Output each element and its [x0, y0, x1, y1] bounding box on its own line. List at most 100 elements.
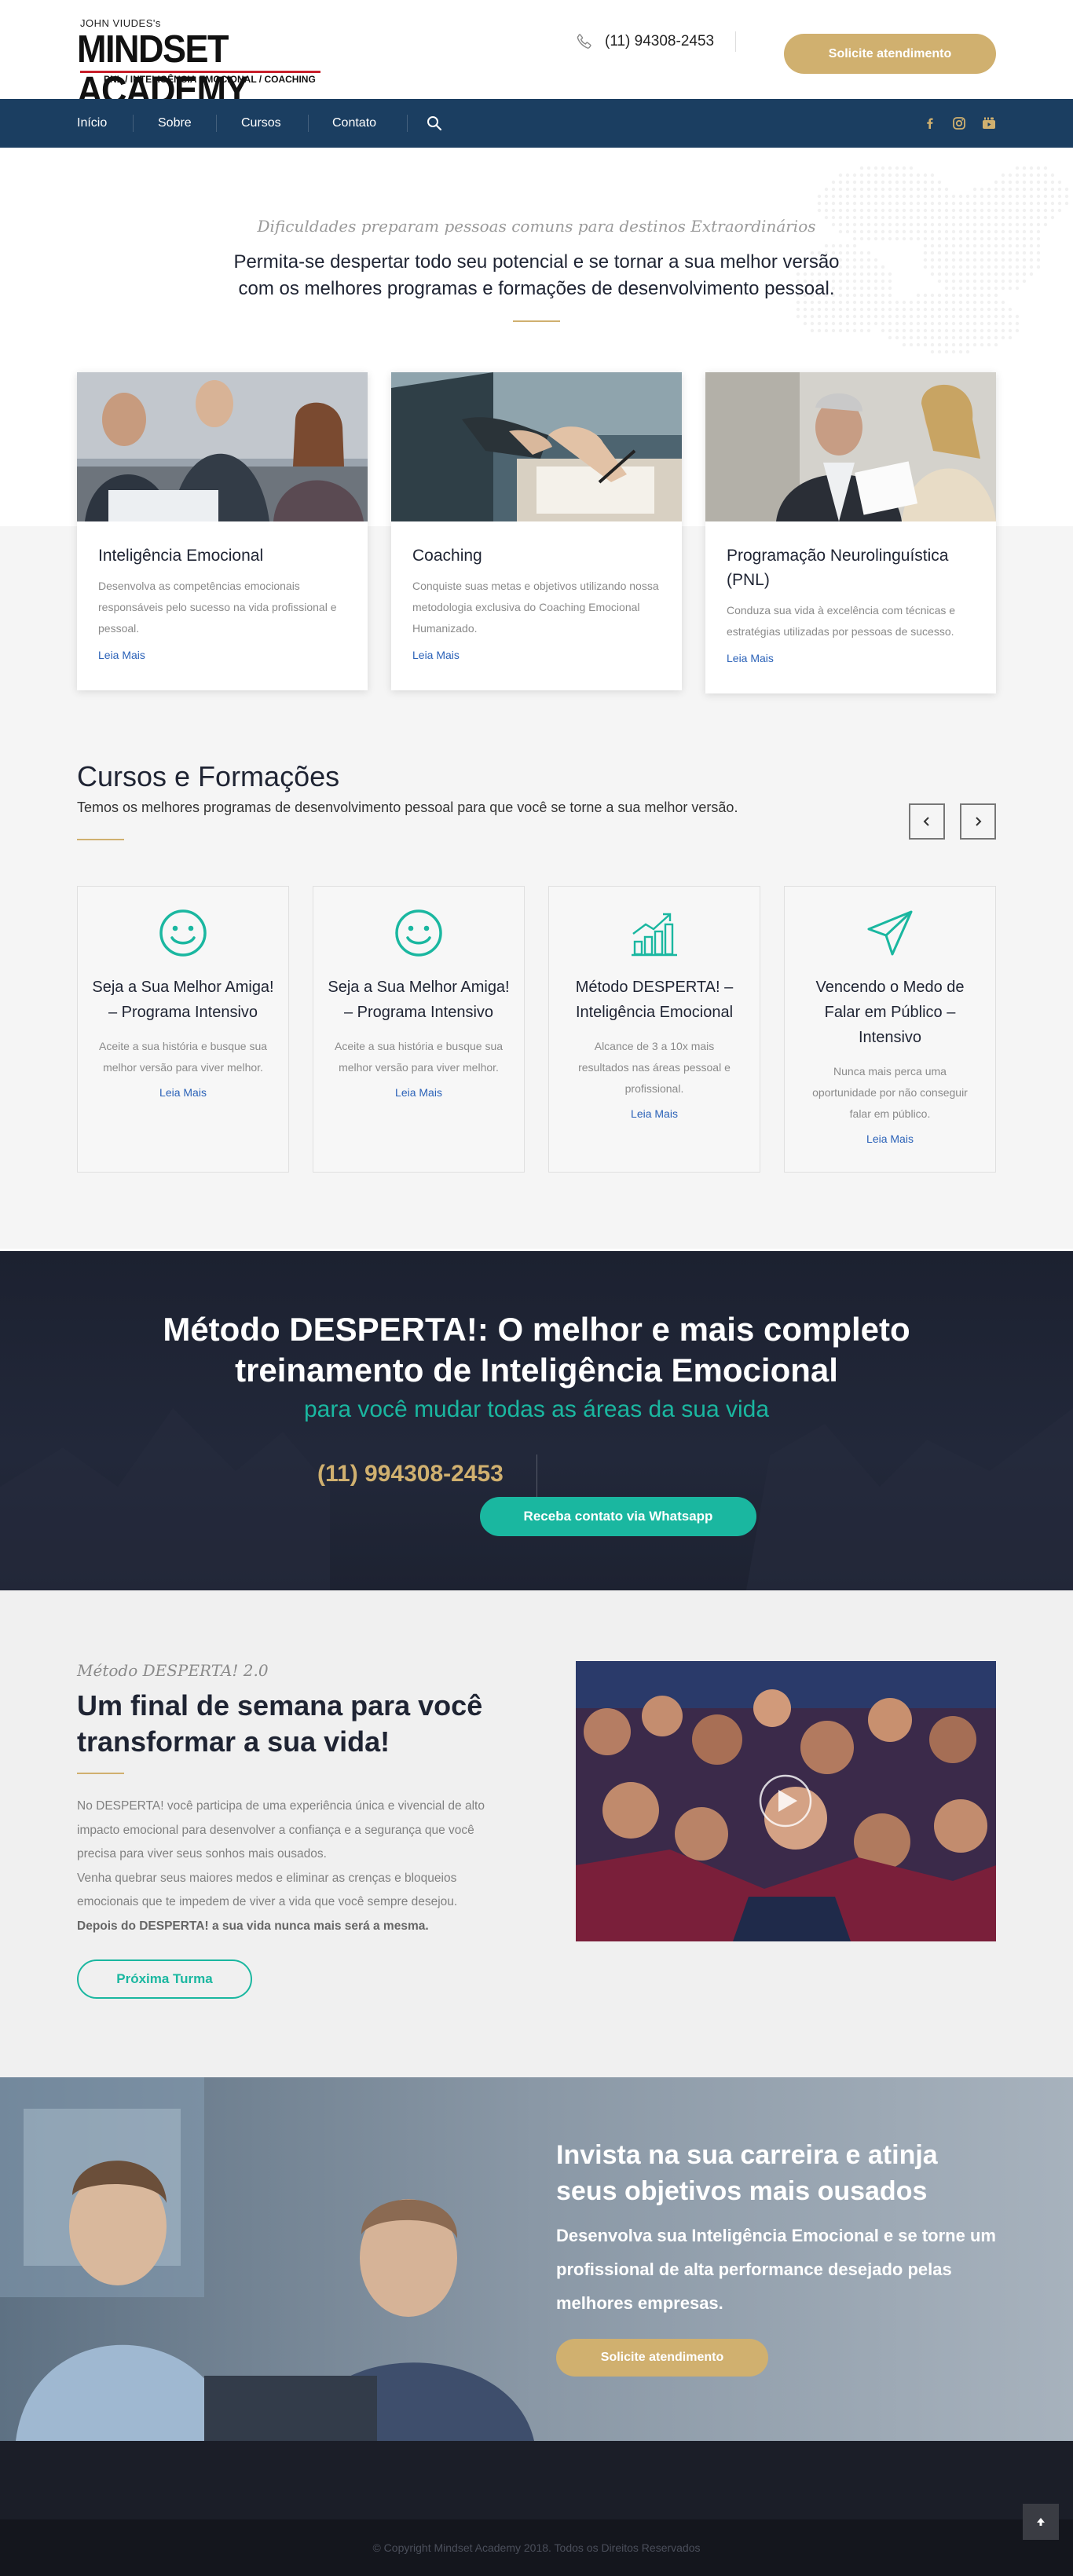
metodo-kicker: Método DESPERTA! 2.0 — [77, 1661, 269, 1680]
logo-underline — [80, 71, 320, 73]
event-video-thumbnail[interactable] — [576, 1661, 996, 1941]
metodo-title-line2: transformar a sua vida! — [77, 1725, 390, 1758]
feature-title: Inteligência Emocional — [98, 547, 264, 565]
course-read-more-link[interactable]: Leia Mais — [313, 1086, 524, 1099]
feature-title: Programação Neurolinguística (PNL) — [727, 547, 949, 589]
course-card[interactable]: Seja a Sua Melhor Amiga! – Programa Inte… — [77, 886, 289, 1173]
smile-icon — [395, 909, 442, 957]
courses-divider — [77, 839, 124, 840]
paper-plane-icon — [867, 910, 913, 956]
back-to-top-button[interactable] — [1023, 2504, 1059, 2540]
arrow-up-icon — [1037, 2518, 1045, 2526]
carousel-prev-button[interactable] — [909, 803, 945, 840]
invista-body: Desenvolva sua Inteligência Emocional e … — [556, 2226, 996, 2313]
course-title: Vencendo o Medo de Falar em Público – In… — [815, 979, 965, 1046]
course-title: Seja a Sua Melhor Amiga! – Programa Inte… — [328, 979, 510, 1021]
course-read-more-link[interactable]: Leia Mais — [549, 1107, 760, 1120]
youtube-icon[interactable] — [981, 115, 997, 131]
courses-title: Cursos e Formações — [77, 760, 340, 792]
hero-heading-line1: Permita-se despertar todo seu potencial … — [233, 251, 840, 273]
invista-title: Invista na sua carreira e atinja seus ob… — [556, 2137, 996, 2209]
growth-chart-icon — [632, 913, 677, 957]
feature-card-coaching: Coaching Conquiste suas metas e objetivo… — [391, 372, 682, 690]
banner-divider — [536, 1454, 537, 1500]
copyright-text: © Copyright Mindset Academy 2018. Todos … — [372, 2541, 701, 2554]
nav-divider — [133, 115, 134, 132]
nav-divider — [308, 115, 309, 132]
metodo-highlight: Depois do DESPERTA! a sua vida nunca mai… — [77, 1919, 429, 1933]
carousel-next-button[interactable] — [960, 803, 996, 840]
chevron-left-icon — [923, 817, 929, 826]
facebook-icon[interactable] — [922, 115, 938, 131]
metodo-paragraph: No DESPERTA! você participa de uma exper… — [77, 1799, 485, 1861]
request-service-button[interactable]: Solicite atendimento — [784, 34, 996, 74]
nav-item-cursos[interactable]: Cursos — [241, 99, 281, 148]
feature-read-more-link[interactable]: Leia Mais — [727, 652, 975, 664]
footer-top — [0, 2441, 1073, 2519]
search-icon[interactable] — [426, 115, 443, 132]
feature-read-more-link[interactable]: Leia Mais — [412, 649, 661, 661]
course-read-more-link[interactable]: Leia Mais — [78, 1086, 288, 1099]
invista-request-service-button[interactable]: Solicite atendimento — [556, 2339, 768, 2377]
course-title: Método DESPERTA! – Inteligência Emociona… — [575, 979, 734, 1021]
metodo-divider — [77, 1773, 124, 1774]
whatsapp-contact-button[interactable]: Receba contato via Whatsapp — [480, 1497, 756, 1536]
instagram-icon[interactable] — [951, 115, 967, 131]
feature-read-more-link[interactable]: Leia Mais — [98, 649, 346, 661]
banner-title-line2: treinamento de Inteligência Emocional — [235, 1352, 838, 1389]
metodo-paragraph: Venha quebrar seus maiores medos e elimi… — [77, 1871, 458, 1909]
banner-title-line1: Método DESPERTA!: O melhor e mais comple… — [163, 1311, 910, 1348]
feature-text: Desenvolva as competências emocionais re… — [98, 580, 337, 635]
desperta-banner: Método DESPERTA!: O melhor e mais comple… — [0, 1251, 1073, 1590]
main-nav: Início Sobre Cursos Contato — [0, 99, 1073, 148]
course-read-more-link[interactable]: Leia Mais — [785, 1132, 995, 1145]
metodo-title-line1: Um final de semana para você — [77, 1689, 483, 1722]
nav-divider — [407, 115, 408, 132]
course-text: Aceite a sua história e busque sua melho… — [334, 1040, 504, 1074]
feature-card-pnl: Programação Neurolinguística (PNL) Condu… — [705, 372, 996, 693]
phone-icon — [577, 34, 591, 49]
feature-image-meeting — [705, 372, 996, 521]
hero-tagline: Dificuldades preparam pessoas comuns par… — [257, 217, 816, 236]
invista-title-line2: seus objetivos mais ousados — [556, 2176, 928, 2206]
banner-title: Método DESPERTA!: O melhor e mais comple… — [0, 1309, 1073, 1391]
feature-text: Conquiste suas metas e objetivos utiliza… — [412, 580, 659, 635]
feature-card-inteligencia-emocional: Inteligência Emocional Desenvolva as com… — [77, 372, 368, 690]
next-class-button[interactable]: Próxima Turma — [77, 1959, 252, 1999]
hero-heading-line2: com os melhores programas e formações de… — [238, 278, 835, 299]
footer-bottom: © Copyright Mindset Academy 2018. Todos … — [0, 2519, 1073, 2576]
course-text: Alcance de 3 a 10x mais resultados nas á… — [578, 1040, 731, 1095]
invista-title-line1: Invista na sua carreira e atinja — [556, 2140, 938, 2170]
nav-item-inicio[interactable]: Início — [77, 99, 107, 148]
smile-icon — [159, 909, 207, 957]
course-card[interactable]: Vencendo o Medo de Falar em Público – In… — [784, 886, 996, 1173]
hero-heading: Permita-se despertar todo seu potencial … — [183, 249, 890, 302]
chevron-right-icon — [976, 817, 982, 826]
invista-section: Invista na sua carreira e atinja seus ob… — [0, 2077, 1073, 2441]
feature-image-signing — [391, 372, 682, 521]
logo[interactable]: JOHN VIUDES's MINDSET ACADEMY PNL / INTE… — [77, 16, 328, 111]
courses-subtitle: Temos os melhores programas de desenvolv… — [77, 800, 738, 815]
metodo-body: No DESPERTA! você participa de uma exper… — [77, 1795, 517, 1938]
hero-divider — [513, 320, 560, 322]
header-phone-number: (11) 94308-2453 — [605, 33, 715, 49]
nav-divider — [216, 115, 217, 132]
course-card[interactable]: Seja a Sua Melhor Amiga! – Programa Inte… — [313, 886, 525, 1173]
course-card[interactable]: Método DESPERTA! – Inteligência Emociona… — [548, 886, 760, 1173]
header-divider — [735, 31, 736, 52]
banner-phone[interactable]: (11) 994308-2453 — [317, 1461, 504, 1487]
course-title: Seja a Sua Melhor Amiga! – Programa Inte… — [92, 979, 274, 1021]
site-header: JOHN VIUDES's MINDSET ACADEMY PNL / INTE… — [0, 0, 1073, 111]
logo-tagline: PNL / INTELIGÊNCIA EMOCIONAL / COACHING — [104, 74, 316, 85]
feature-text: Conduza sua vida à excelência com técnic… — [727, 604, 956, 638]
metodo-title: Um final de semana para você transformar… — [77, 1688, 517, 1760]
header-phone[interactable]: (11) 94308-2453 — [575, 30, 714, 53]
course-text: Nunca mais perca uma oportunidade por nã… — [812, 1065, 968, 1120]
banner-subtitle: para você mudar todas as áreas da sua vi… — [303, 1396, 770, 1422]
feature-image-business-team — [77, 372, 368, 521]
feature-title: Coaching — [412, 547, 482, 565]
course-text: Aceite a sua história e busque sua melho… — [98, 1040, 268, 1074]
nav-item-contato[interactable]: Contato — [332, 99, 376, 148]
metodo-section: Método DESPERTA! 2.0 Um final de semana … — [0, 1590, 1073, 2077]
nav-item-sobre[interactable]: Sobre — [158, 99, 192, 148]
